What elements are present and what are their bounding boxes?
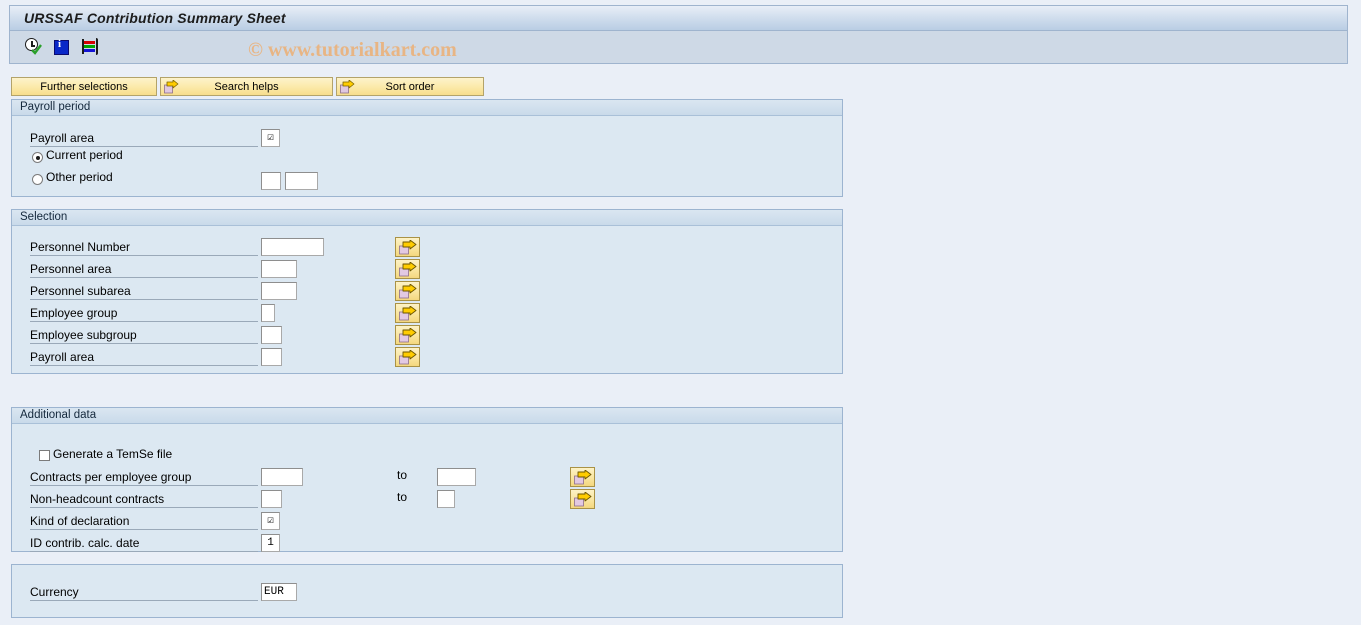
- non-headcount-multiselect-button[interactable]: [570, 489, 595, 509]
- id-contrib-calc-date-label: ID contrib. calc. date: [30, 535, 258, 552]
- personnel-area-label: Personnel area: [30, 261, 258, 278]
- window-title: URSSAF Contribution Summary Sheet: [24, 10, 286, 26]
- personnel-subarea-input[interactable]: [261, 282, 297, 300]
- contracts-multiselect-button[interactable]: [570, 467, 595, 487]
- employee-subgroup-label: Employee subgroup: [30, 327, 258, 344]
- currency-panel: Currency EUR: [11, 564, 843, 618]
- further-selections-label: Further selections: [40, 80, 128, 93]
- payroll-area-selection-label: Payroll area: [30, 349, 258, 366]
- current-period-radio[interactable]: [32, 152, 43, 163]
- personnel-area-input[interactable]: [261, 260, 297, 278]
- check-glyph: [31, 44, 42, 55]
- payroll-area-label: Payroll area: [30, 130, 258, 147]
- sort-order-button[interactable]: Sort order: [336, 77, 484, 96]
- contracts-to-input[interactable]: [437, 468, 476, 486]
- variant-bars-icon[interactable]: [80, 37, 100, 57]
- personnel-subarea-multiselect-button[interactable]: [395, 281, 420, 301]
- personnel-number-label: Personnel Number: [30, 239, 258, 256]
- contracts-per-employee-group-label: Contracts per employee group: [30, 469, 258, 486]
- kind-of-declaration-label: Kind of declaration: [30, 513, 258, 530]
- non-headcount-to-input[interactable]: [437, 490, 455, 508]
- arrow-right-icon: [399, 350, 417, 365]
- non-headcount-from-input[interactable]: [261, 490, 282, 508]
- arrow-right-icon: [399, 240, 417, 255]
- personnel-area-multiselect-button[interactable]: [395, 259, 420, 279]
- employee-group-multiselect-button[interactable]: [395, 303, 420, 323]
- search-helps-label: Search helps: [214, 80, 279, 93]
- info-icon[interactable]: i: [52, 37, 72, 57]
- currency-label: Currency: [30, 584, 258, 601]
- current-period-label: Current period: [46, 148, 123, 162]
- arrow-right-icon: [574, 470, 592, 485]
- currency-input[interactable]: EUR: [261, 583, 297, 601]
- search-helps-button[interactable]: Search helps: [160, 77, 333, 96]
- other-period-label: Other period: [46, 170, 113, 184]
- payroll-period-title: Payroll period: [12, 100, 842, 116]
- generate-temse-label: Generate a TemSe file: [53, 447, 173, 461]
- non-headcount-contracts-label: Non-headcount contracts: [30, 491, 258, 508]
- window-title-bar: URSSAF Contribution Summary Sheet: [9, 5, 1348, 31]
- id-contrib-calc-date-input[interactable]: 1: [261, 534, 280, 552]
- execute-icon[interactable]: [24, 37, 44, 57]
- selection-title: Selection: [12, 210, 842, 226]
- arrow-right-icon: [399, 306, 417, 321]
- other-period-radio[interactable]: [32, 174, 43, 185]
- sort-order-label: Sort order: [385, 80, 435, 93]
- personnel-number-input[interactable]: [261, 238, 324, 256]
- employee-group-label: Employee group: [30, 305, 258, 322]
- selection-panel: Selection Personnel Number Personnel are…: [11, 209, 843, 374]
- additional-data-title: Additional data: [12, 408, 842, 424]
- generate-temse-checkbox[interactable]: [39, 450, 50, 461]
- arrow-right-icon: [399, 262, 417, 277]
- arrow-right-icon: [399, 328, 417, 343]
- arrow-right-icon: [574, 492, 592, 507]
- payroll-area-selection-input[interactable]: [261, 348, 282, 366]
- payroll-area-multiselect-button[interactable]: [395, 347, 420, 367]
- contracts-from-input[interactable]: [261, 468, 303, 486]
- employee-group-input[interactable]: [261, 304, 275, 322]
- additional-data-panel: Additional data Generate a TemSe file Co…: [11, 407, 843, 552]
- kind-of-declaration-input[interactable]: ☑: [261, 512, 280, 530]
- payroll-period-panel: Payroll period Payroll area ☑ Current pe…: [11, 99, 843, 197]
- arrow-right-icon: [164, 80, 179, 94]
- other-period-input-1[interactable]: [261, 172, 281, 190]
- personnel-number-multiselect-button[interactable]: [395, 237, 420, 257]
- selection-screen-buttons: Further selections Search helps Sort ord…: [11, 77, 487, 96]
- other-period-input-2[interactable]: [285, 172, 318, 190]
- arrow-right-icon: [399, 284, 417, 299]
- further-selections-button[interactable]: Further selections: [11, 77, 157, 96]
- employee-subgroup-input[interactable]: [261, 326, 282, 344]
- arrow-right-icon: [340, 80, 355, 94]
- contracts-to-label: to: [397, 468, 408, 482]
- personnel-subarea-label: Personnel subarea: [30, 283, 258, 300]
- application-toolbar: i: [9, 31, 1348, 64]
- employee-subgroup-multiselect-button[interactable]: [395, 325, 420, 345]
- payroll-area-input[interactable]: ☑: [261, 129, 280, 147]
- non-headcount-to-label: to: [397, 490, 408, 504]
